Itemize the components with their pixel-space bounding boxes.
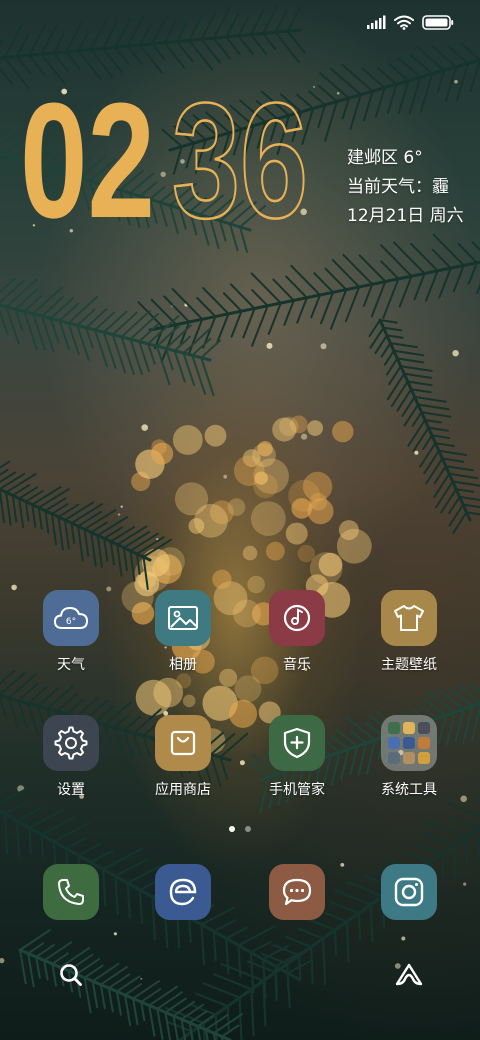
camera-icon [381,864,437,920]
pine-branch [164,802,480,1040]
bokeh-light [212,569,232,589]
sparkle [140,977,143,980]
app-music[interactable]: 音乐 [242,590,352,674]
shield-plus-icon [269,715,325,771]
sparkle [313,85,316,88]
bokeh-light [285,522,308,545]
pine-branch [368,318,480,534]
pine-branch [0,5,306,89]
phone-icon [43,864,99,920]
bokeh-light [309,552,343,585]
picture-icon [155,590,211,646]
browser-e-icon [155,864,211,920]
signal-icon [366,15,386,29]
bokeh-light [252,443,276,468]
bokeh-light [182,694,196,708]
dock-browser[interactable] [128,864,238,920]
assistant-icon [394,962,424,992]
app-label: 应用商店 [155,782,211,798]
search-icon [58,962,84,992]
clock-minutes: 36 [172,90,308,225]
folder-icon [381,715,437,771]
sparkle [117,513,121,516]
weather-widget[interactable]: 建邺区 6° 当前天气：霾 12月21日 周六 [347,144,464,231]
svg-text:6°: 6° [66,617,76,627]
app-label: 系统工具 [381,782,437,798]
bokeh-light [307,420,323,436]
clock-widget[interactable]: 02 36 [20,90,320,225]
battery-icon [422,14,454,30]
bokeh-light [302,471,333,502]
message-icon [269,864,325,920]
dock-phone[interactable] [16,864,126,920]
search-button[interactable] [56,962,86,992]
sparkle [320,343,327,350]
bokeh-light [266,541,285,561]
bokeh-light [338,520,359,541]
gear-icon [43,715,99,771]
sparkle [401,936,406,941]
clock-hours: 02 [20,90,155,225]
sparkle [301,433,308,440]
bokeh-light [234,675,262,703]
page-dot [245,826,251,832]
sparkle [141,424,148,431]
bokeh-light [253,473,278,499]
app-folder-system-tools[interactable]: 系统工具 [354,715,464,799]
app-settings[interactable]: 设置 [16,715,126,799]
bokeh-light [272,417,297,442]
page-dot-active [229,826,235,832]
sparkle [0,958,5,964]
app-label: 音乐 [283,657,311,673]
pine-branch [0,277,221,397]
wifi-icon [394,15,414,30]
app-phone-manager[interactable]: 手机管家 [242,715,352,799]
bokeh-light [332,420,354,443]
app-weather[interactable]: 6° 天气 [16,590,126,674]
home-screen: 02 36 建邺区 6° 当前天气：霾 12月21日 周六 6° 天气 相册 音… [0,0,480,1040]
app-themes[interactable]: 主题壁纸 [354,590,464,674]
bokeh-light [188,518,205,534]
music-disc-icon [269,590,325,646]
shopping-bag-icon [155,715,211,771]
sparkle [454,79,458,84]
app-label: 设置 [57,782,85,798]
sparkle [69,229,74,233]
assistant-button[interactable] [394,962,424,992]
cloud-6-icon: 6° [43,590,99,646]
sparkle [266,342,273,349]
sparkle [336,91,340,95]
weather-location-temp: 建邺区 6° [347,148,423,168]
status-bar [366,12,454,32]
tshirt-icon [381,590,437,646]
bokeh-light [135,679,172,716]
dock-camera[interactable] [354,864,464,920]
sparkle [113,932,117,936]
app-label: 相册 [169,657,197,673]
sparkle [120,505,123,508]
sparkle [414,450,419,455]
bokeh-light [250,501,286,536]
bokeh-light [172,425,203,455]
pine-branch [137,233,480,363]
bokeh-light [242,545,258,561]
bokeh-light [156,547,185,576]
sparkle [452,350,459,357]
app-store[interactable]: 应用商店 [128,715,238,799]
page-indicator[interactable] [0,826,480,832]
app-label: 主题壁纸 [381,657,437,673]
app-gallery[interactable]: 相册 [128,590,238,674]
weather-date: 12月21日 周六 [347,206,464,226]
bokeh-light [151,442,174,465]
app-label: 天气 [57,657,85,673]
bokeh-light [204,424,227,447]
sparkle [223,474,228,479]
weather-condition: 当前天气：霾 [347,177,449,197]
dock-messages[interactable] [242,864,352,920]
app-label: 手机管家 [269,782,325,798]
